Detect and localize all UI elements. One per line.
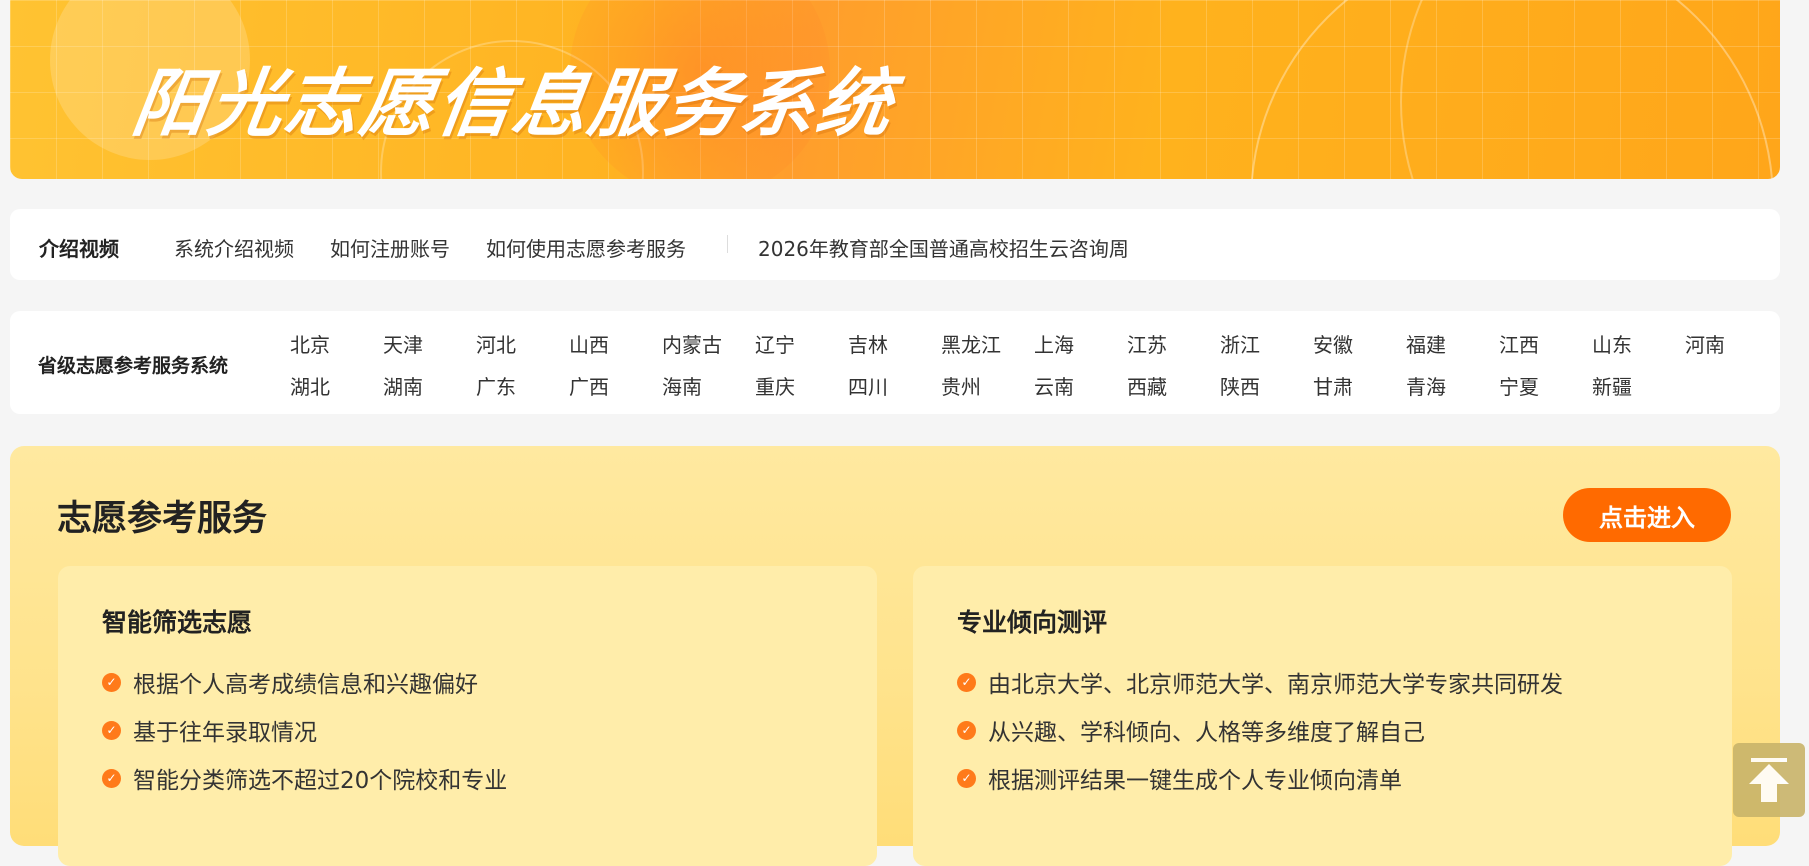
feature-point: ✓ 基于往年录取情况 [102,706,507,754]
banner-arc-decoration [1400,0,1780,179]
province-link[interactable]: 青海 [1406,370,1499,412]
feature-point-list: ✓ 由北京大学、北京师范大学、南京师范大学专家共同研发 ✓ 从兴趣、学科倾向、人… [957,658,1563,802]
back-to-top-button[interactable] [1733,743,1805,817]
province-link[interactable]: 江西 [1499,328,1592,370]
province-link[interactable]: 甘肃 [1313,370,1406,412]
check-circle-icon: ✓ [957,768,976,788]
check-circle-icon: ✓ [102,720,121,740]
province-link[interactable]: 广东 [476,370,569,412]
feature-point-text: 基于往年录取情况 [133,720,317,746]
feature-card-smart-filter: 智能筛选志愿 ✓ 根据个人高考成绩信息和兴趣偏好 ✓ 基于往年录取情况 ✓ 智能… [58,566,877,866]
check-circle-icon: ✓ [102,672,121,692]
feature-point: ✓ 由北京大学、北京师范大学、南京师范大学专家共同研发 [957,658,1563,706]
province-link[interactable]: 河南 [1685,328,1778,370]
feature-point-list: ✓ 根据个人高考成绩信息和兴趣偏好 ✓ 基于往年录取情况 ✓ 智能分类筛选不超过… [102,658,507,802]
intro-link-register[interactable]: 如何注册账号 [330,233,450,262]
province-link-grid: 北京 天津 河北 山西 内蒙古 辽宁 吉林 黑龙江 上海 江苏 浙江 安徽 福建… [290,328,1778,412]
province-link[interactable]: 河北 [476,328,569,370]
feature-point: ✓ 根据测评结果一键生成个人专业倾向清单 [957,754,1563,802]
arrow-up-icon [1749,758,1789,802]
province-link[interactable]: 重庆 [755,370,848,412]
intro-link-system-video[interactable]: 系统介绍视频 [174,233,294,262]
province-link[interactable]: 黑龙江 [941,328,1034,370]
province-link[interactable]: 四川 [848,370,941,412]
intro-link-how-to-use[interactable]: 如何使用志愿参考服务 [486,233,686,262]
province-link[interactable]: 贵州 [941,370,1034,412]
province-link[interactable]: 上海 [1034,328,1127,370]
province-link[interactable]: 福建 [1406,328,1499,370]
province-system-bar: 省级志愿参考服务系统 北京 天津 河北 山西 内蒙古 辽宁 吉林 黑龙江 上海 … [10,311,1780,414]
enter-button[interactable]: 点击进入 [1563,488,1731,542]
feature-point-text: 从兴趣、学科倾向、人格等多维度了解自己 [988,720,1425,746]
feature-card-title: 智能筛选志愿 [102,608,253,637]
province-link[interactable]: 浙江 [1220,328,1313,370]
province-link[interactable]: 安徽 [1313,328,1406,370]
feature-point-text: 由北京大学、北京师范大学、南京师范大学专家共同研发 [988,672,1563,698]
feature-card-title: 专业倾向测评 [957,608,1108,637]
province-link[interactable]: 西藏 [1127,370,1220,412]
intro-link-consult-week[interactable]: 2026年教育部全国普通高校招生云咨询周 [758,233,1129,262]
check-circle-icon: ✓ [957,720,976,740]
province-system-label: 省级志愿参考服务系统 [38,355,229,377]
feature-point: ✓ 智能分类筛选不超过20个院校和专业 [102,754,507,802]
feature-point-text: 智能分类筛选不超过20个院校和专业 [133,768,508,794]
province-link[interactable]: 海南 [662,370,755,412]
province-link[interactable]: 湖南 [383,370,476,412]
province-link[interactable]: 辽宁 [755,328,848,370]
intro-video-label: 介绍视频 [39,237,119,261]
volunteer-service-panel: 志愿参考服务 点击进入 智能筛选志愿 ✓ 根据个人高考成绩信息和兴趣偏好 ✓ 基… [10,446,1780,866]
province-link[interactable]: 北京 [290,328,383,370]
intro-divider [727,235,728,253]
province-link[interactable]: 陕西 [1220,370,1313,412]
province-link[interactable]: 广西 [569,370,662,412]
banner: 阳光志愿信息服务系统 [10,0,1780,179]
province-link[interactable]: 云南 [1034,370,1127,412]
province-link[interactable]: 湖北 [290,370,383,412]
check-circle-icon: ✓ [957,672,976,692]
province-link[interactable]: 宁夏 [1499,370,1592,412]
service-title: 志愿参考服务 [57,499,268,539]
province-link[interactable]: 山西 [569,328,662,370]
province-link[interactable]: 新疆 [1592,370,1685,412]
province-link[interactable]: 内蒙古 [662,328,755,370]
site-title: 阳光志愿信息服务系统 [127,61,900,147]
intro-video-bar: 介绍视频 系统介绍视频 如何注册账号 如何使用志愿参考服务 2026年教育部全国… [10,209,1780,280]
feature-point: ✓ 从兴趣、学科倾向、人格等多维度了解自己 [957,706,1563,754]
province-link[interactable]: 吉林 [848,328,941,370]
feature-card-major-assessment: 专业倾向测评 ✓ 由北京大学、北京师范大学、南京师范大学专家共同研发 ✓ 从兴趣… [913,566,1732,866]
province-link[interactable]: 山东 [1592,328,1685,370]
feature-point-text: 根据测评结果一键生成个人专业倾向清单 [988,768,1402,794]
province-link[interactable]: 江苏 [1127,328,1220,370]
feature-point: ✓ 根据个人高考成绩信息和兴趣偏好 [102,658,507,706]
feature-point-text: 根据个人高考成绩信息和兴趣偏好 [133,672,478,698]
province-link[interactable]: 天津 [383,328,476,370]
check-circle-icon: ✓ [102,768,121,788]
